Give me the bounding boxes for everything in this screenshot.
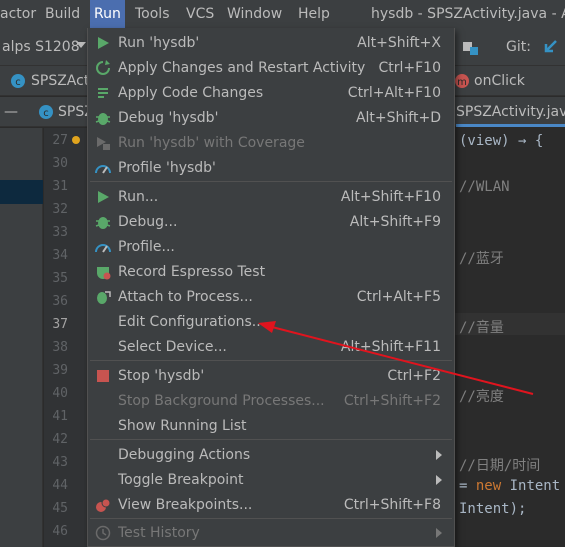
- annotation-arrow: [258, 321, 534, 395]
